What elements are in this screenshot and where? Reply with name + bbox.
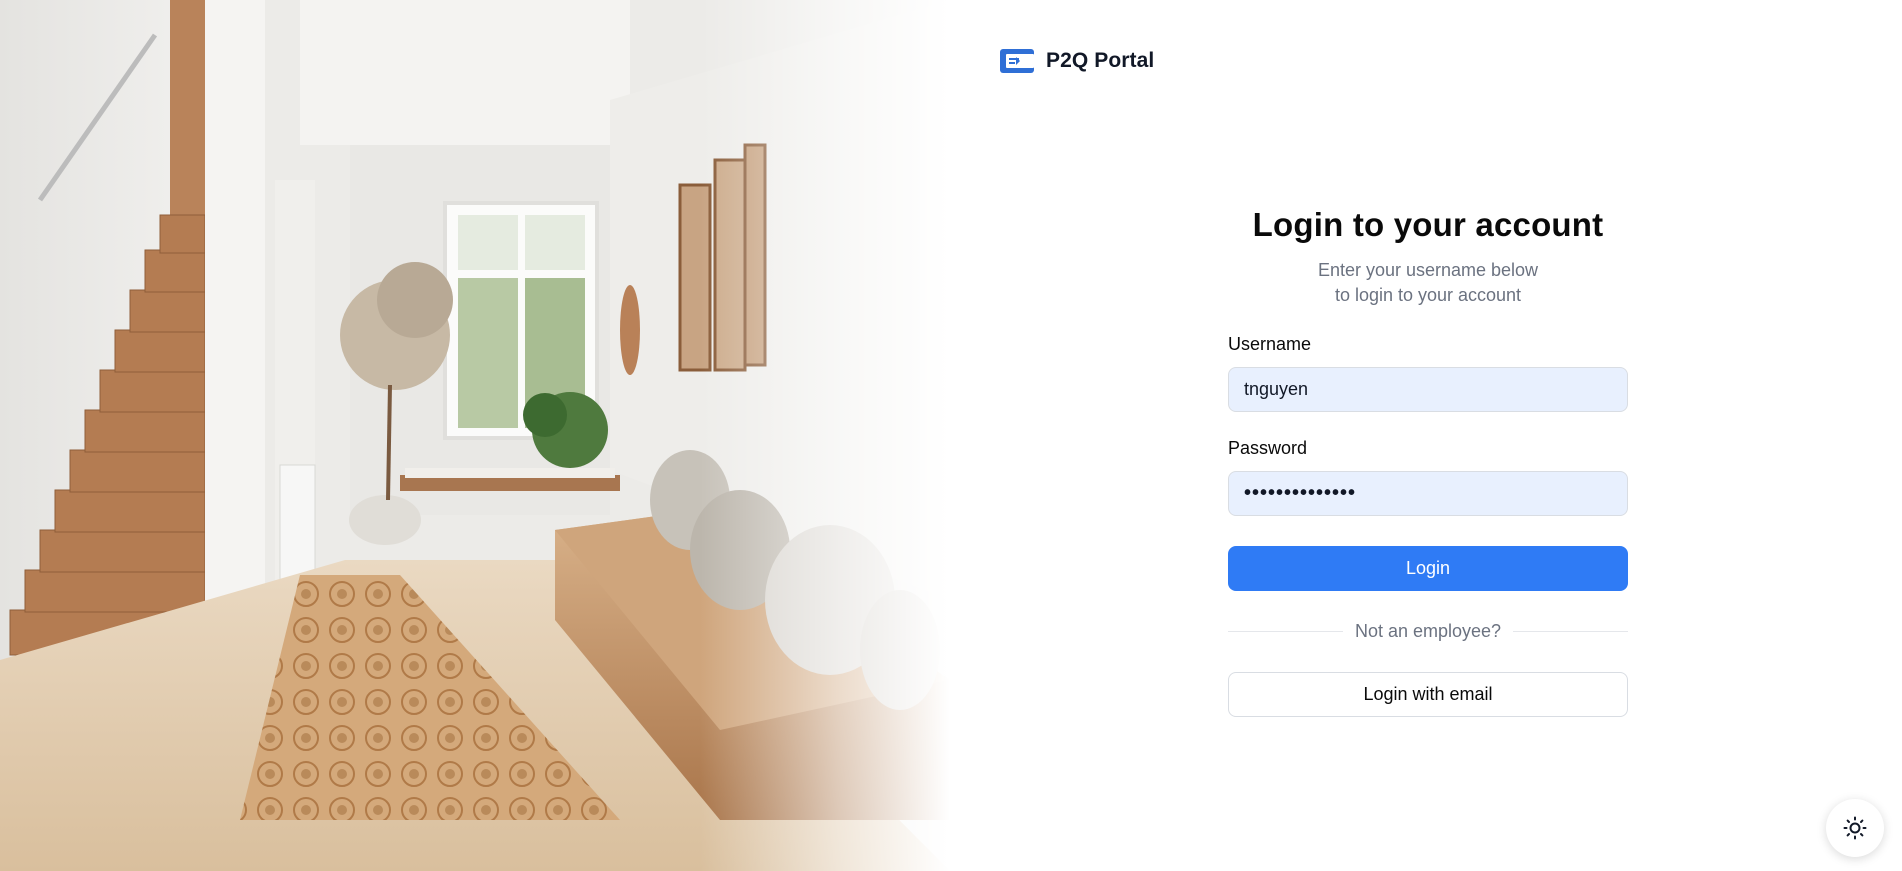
theme-toggle-button[interactable] (1826, 799, 1884, 857)
login-button[interactable]: Login (1228, 546, 1628, 591)
hero-image (0, 0, 950, 871)
subtitle-line-1: Enter your username below (1317, 260, 1539, 280)
portal-logo-icon (1000, 49, 1034, 73)
subtitle-line-2: to login to your account (1334, 285, 1522, 305)
divider-text: Not an employee? (1354, 621, 1502, 641)
sun-icon (1843, 816, 1867, 840)
divider-line-left (1228, 631, 1343, 632)
username-label: Username (1228, 334, 1312, 354)
password-label: Password (1228, 438, 1308, 458)
brand-name: P2Q Portal (1046, 49, 1155, 72)
divider-line-right (1513, 631, 1628, 632)
username-input[interactable]: tnguyen (1228, 367, 1628, 412)
hallway-illustration (0, 0, 950, 871)
password-input[interactable]: •••••••••••••• (1228, 471, 1628, 516)
brand-header: P2Q Portal (1000, 48, 1154, 74)
login-form: Login to your account Enter your usernam… (1228, 200, 1628, 717)
page-subtitle: Enter your username below to login to yo… (1228, 258, 1628, 308)
page-title: Login to your account (1252, 206, 1604, 243)
divider: Not an employee? (1228, 621, 1628, 642)
login-with-email-button[interactable]: Login with email (1228, 672, 1628, 717)
